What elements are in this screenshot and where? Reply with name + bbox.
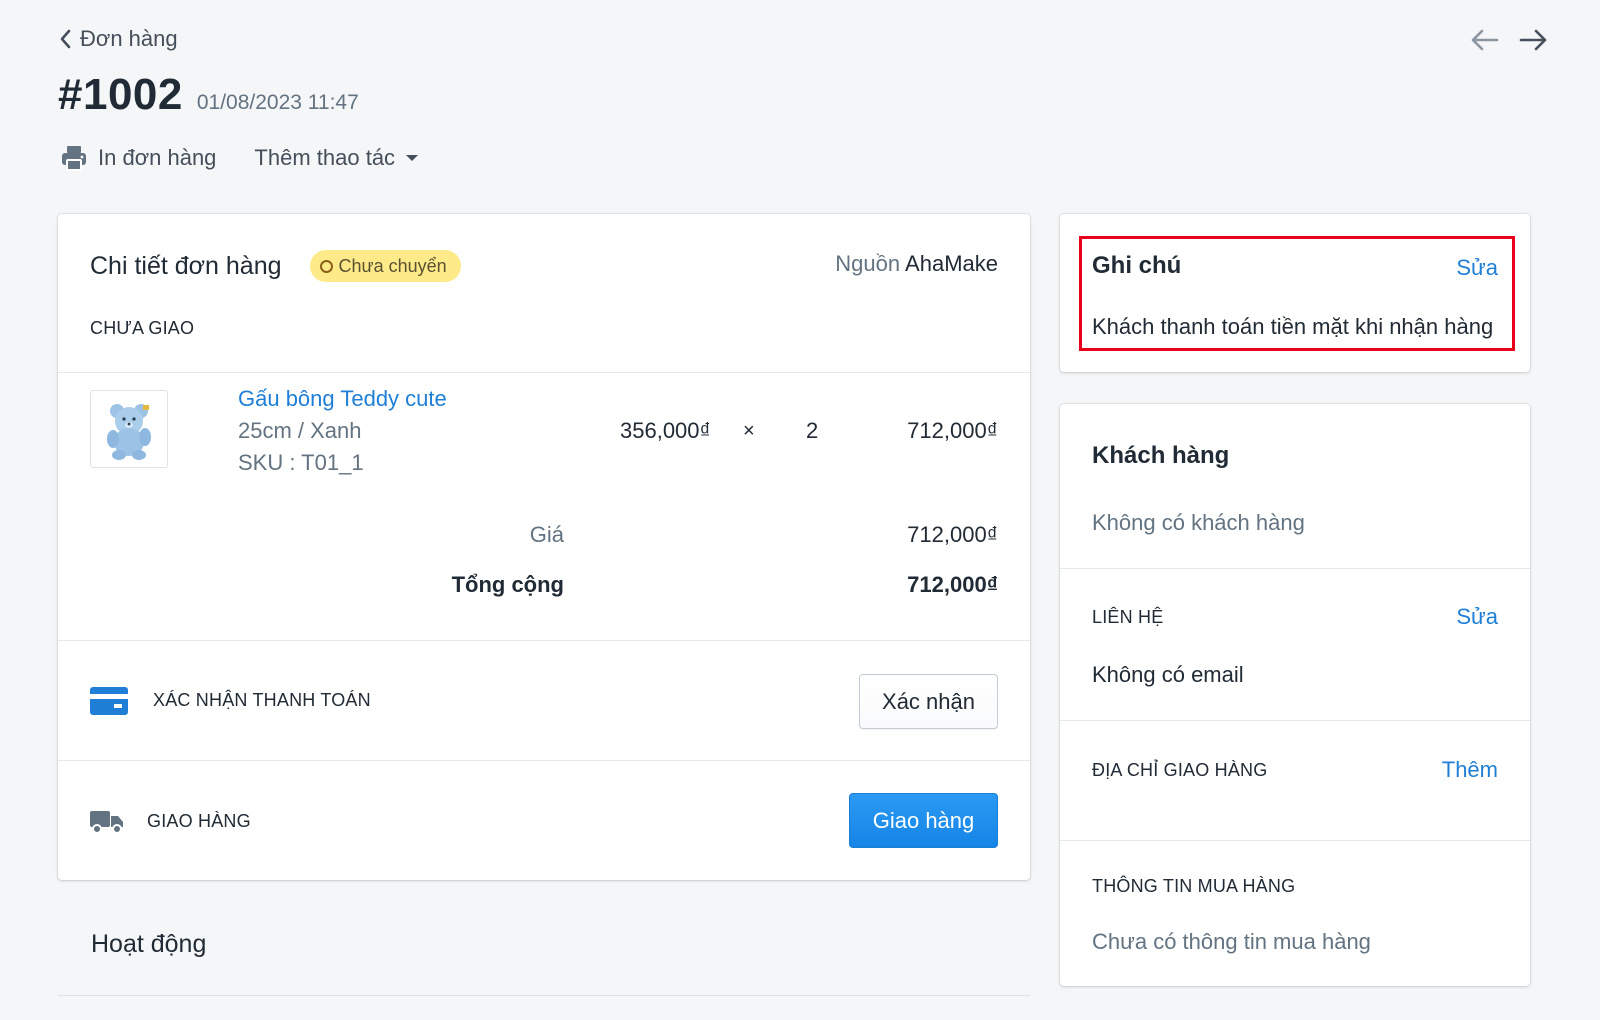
back-link[interactable]: Đơn hàng — [58, 26, 178, 52]
line-items-section — [58, 372, 1030, 640]
payment-section: XÁC NHẬN THANH TOÁN Xác nhận — [58, 640, 1030, 760]
shipping-address-label: ĐỊA CHỈ GIAO HÀNG — [1092, 760, 1268, 780]
arrow-right-icon — [1519, 29, 1547, 51]
customer-title: Khách hàng — [1092, 442, 1230, 469]
contact-section: LIÊN HỆ Sửa Không có email — [1060, 568, 1530, 720]
add-shipping-address-link[interactable]: Thêm — [1442, 757, 1498, 783]
order-detail-title: Chi tiết đơn hàng — [90, 251, 282, 280]
status-badge-label: Chưa chuyển — [338, 255, 447, 276]
status-dot-icon — [319, 259, 333, 273]
activity-title: Hoạt động — [91, 930, 207, 958]
shipping-address-section: ĐỊA CHỈ GIAO HÀNG Thêm — [1060, 720, 1530, 840]
page-actions: In đơn hàng Thêm thao tác — [60, 144, 419, 172]
shipping-section: GIAO HÀNG Giao hàng — [58, 760, 1030, 880]
customer-empty-text: Không có khách hàng — [1092, 510, 1305, 535]
order-detail-header: Chi tiết đơn hàng Chưa chuyển — [90, 250, 461, 282]
page-title-row: #1002 01/08/2023 11:47 — [58, 70, 359, 120]
order-detail-card: Chi tiết đơn hàng Chưa chuyển Nguồn AhaM… — [58, 214, 1030, 880]
subtotal-value: 712,000₫ — [907, 522, 998, 547]
order-datetime: 01/08/2023 11:47 — [196, 91, 359, 114]
contact-empty-text: Không có email — [1092, 662, 1244, 687]
contact-label: LIÊN HỆ — [1092, 607, 1164, 627]
order-source: Nguồn AhaMake — [835, 251, 998, 277]
total-value: 712,000₫ — [907, 572, 998, 597]
annotation-highlight — [1079, 236, 1515, 351]
purchase-info-label: THÔNG TIN MUA HÀNG — [1092, 876, 1296, 896]
printer-icon — [62, 146, 86, 171]
status-badge: Chưa chuyển — [309, 250, 461, 282]
line-total: 712,000₫ — [907, 418, 998, 443]
caret-down-icon — [406, 155, 419, 161]
more-actions-dropdown[interactable]: Thêm thao tác — [254, 145, 419, 171]
purchase-info-section: THÔNG TIN MUA HÀNG Chưa có thông tin mua… — [1060, 840, 1530, 986]
prev-order-button[interactable] — [1468, 24, 1500, 56]
order-pagination — [1468, 24, 1550, 56]
product-name-link[interactable]: Gấu bông Teddy cute — [238, 386, 447, 412]
edit-contact-link[interactable]: Sửa — [1456, 604, 1498, 630]
payment-label: XÁC NHẬN THANH TOÁN — [153, 690, 371, 710]
order-source-prefix: Nguồn — [835, 251, 901, 276]
product-thumbnail[interactable] — [90, 390, 168, 468]
purchase-info-empty-text: Chưa có thông tin mua hàng — [1092, 929, 1371, 954]
shipping-label: GIAO HÀNG — [147, 811, 251, 831]
ship-order-button[interactable]: Giao hàng — [849, 793, 998, 848]
page-title: #1002 — [58, 70, 183, 119]
unit-price: 356,000₫ — [620, 418, 711, 443]
quantity: 2 — [806, 418, 819, 443]
truck-icon — [90, 811, 123, 834]
more-actions-label: Thêm thao tác — [254, 145, 396, 170]
subtotal-label: Giá — [529, 522, 564, 547]
divider — [58, 995, 1030, 996]
product-variant: 25cm / Xanh — [238, 418, 362, 443]
next-order-button[interactable] — [1518, 24, 1550, 56]
credit-card-icon — [90, 687, 128, 715]
print-order-label: In đơn hàng — [98, 145, 217, 170]
arrow-left-icon — [1471, 29, 1499, 51]
customer-card: Khách hàng Không có khách hàng LIÊN HỆ S… — [1060, 404, 1530, 986]
times-sign: × — [743, 420, 755, 442]
order-source-name: AhaMake — [905, 251, 998, 276]
print-order-button[interactable]: In đơn hàng — [60, 144, 216, 172]
confirm-payment-button[interactable]: Xác nhận — [859, 674, 998, 729]
total-label: Tổng cộng — [451, 572, 564, 597]
product-sku: SKU : T01_1 — [238, 450, 364, 475]
back-label: Đơn hàng — [80, 26, 178, 51]
teddy-bear-image — [107, 404, 151, 460]
chevron-left-icon — [60, 29, 71, 49]
fulfillment-status: CHƯA GIAO — [90, 318, 195, 338]
